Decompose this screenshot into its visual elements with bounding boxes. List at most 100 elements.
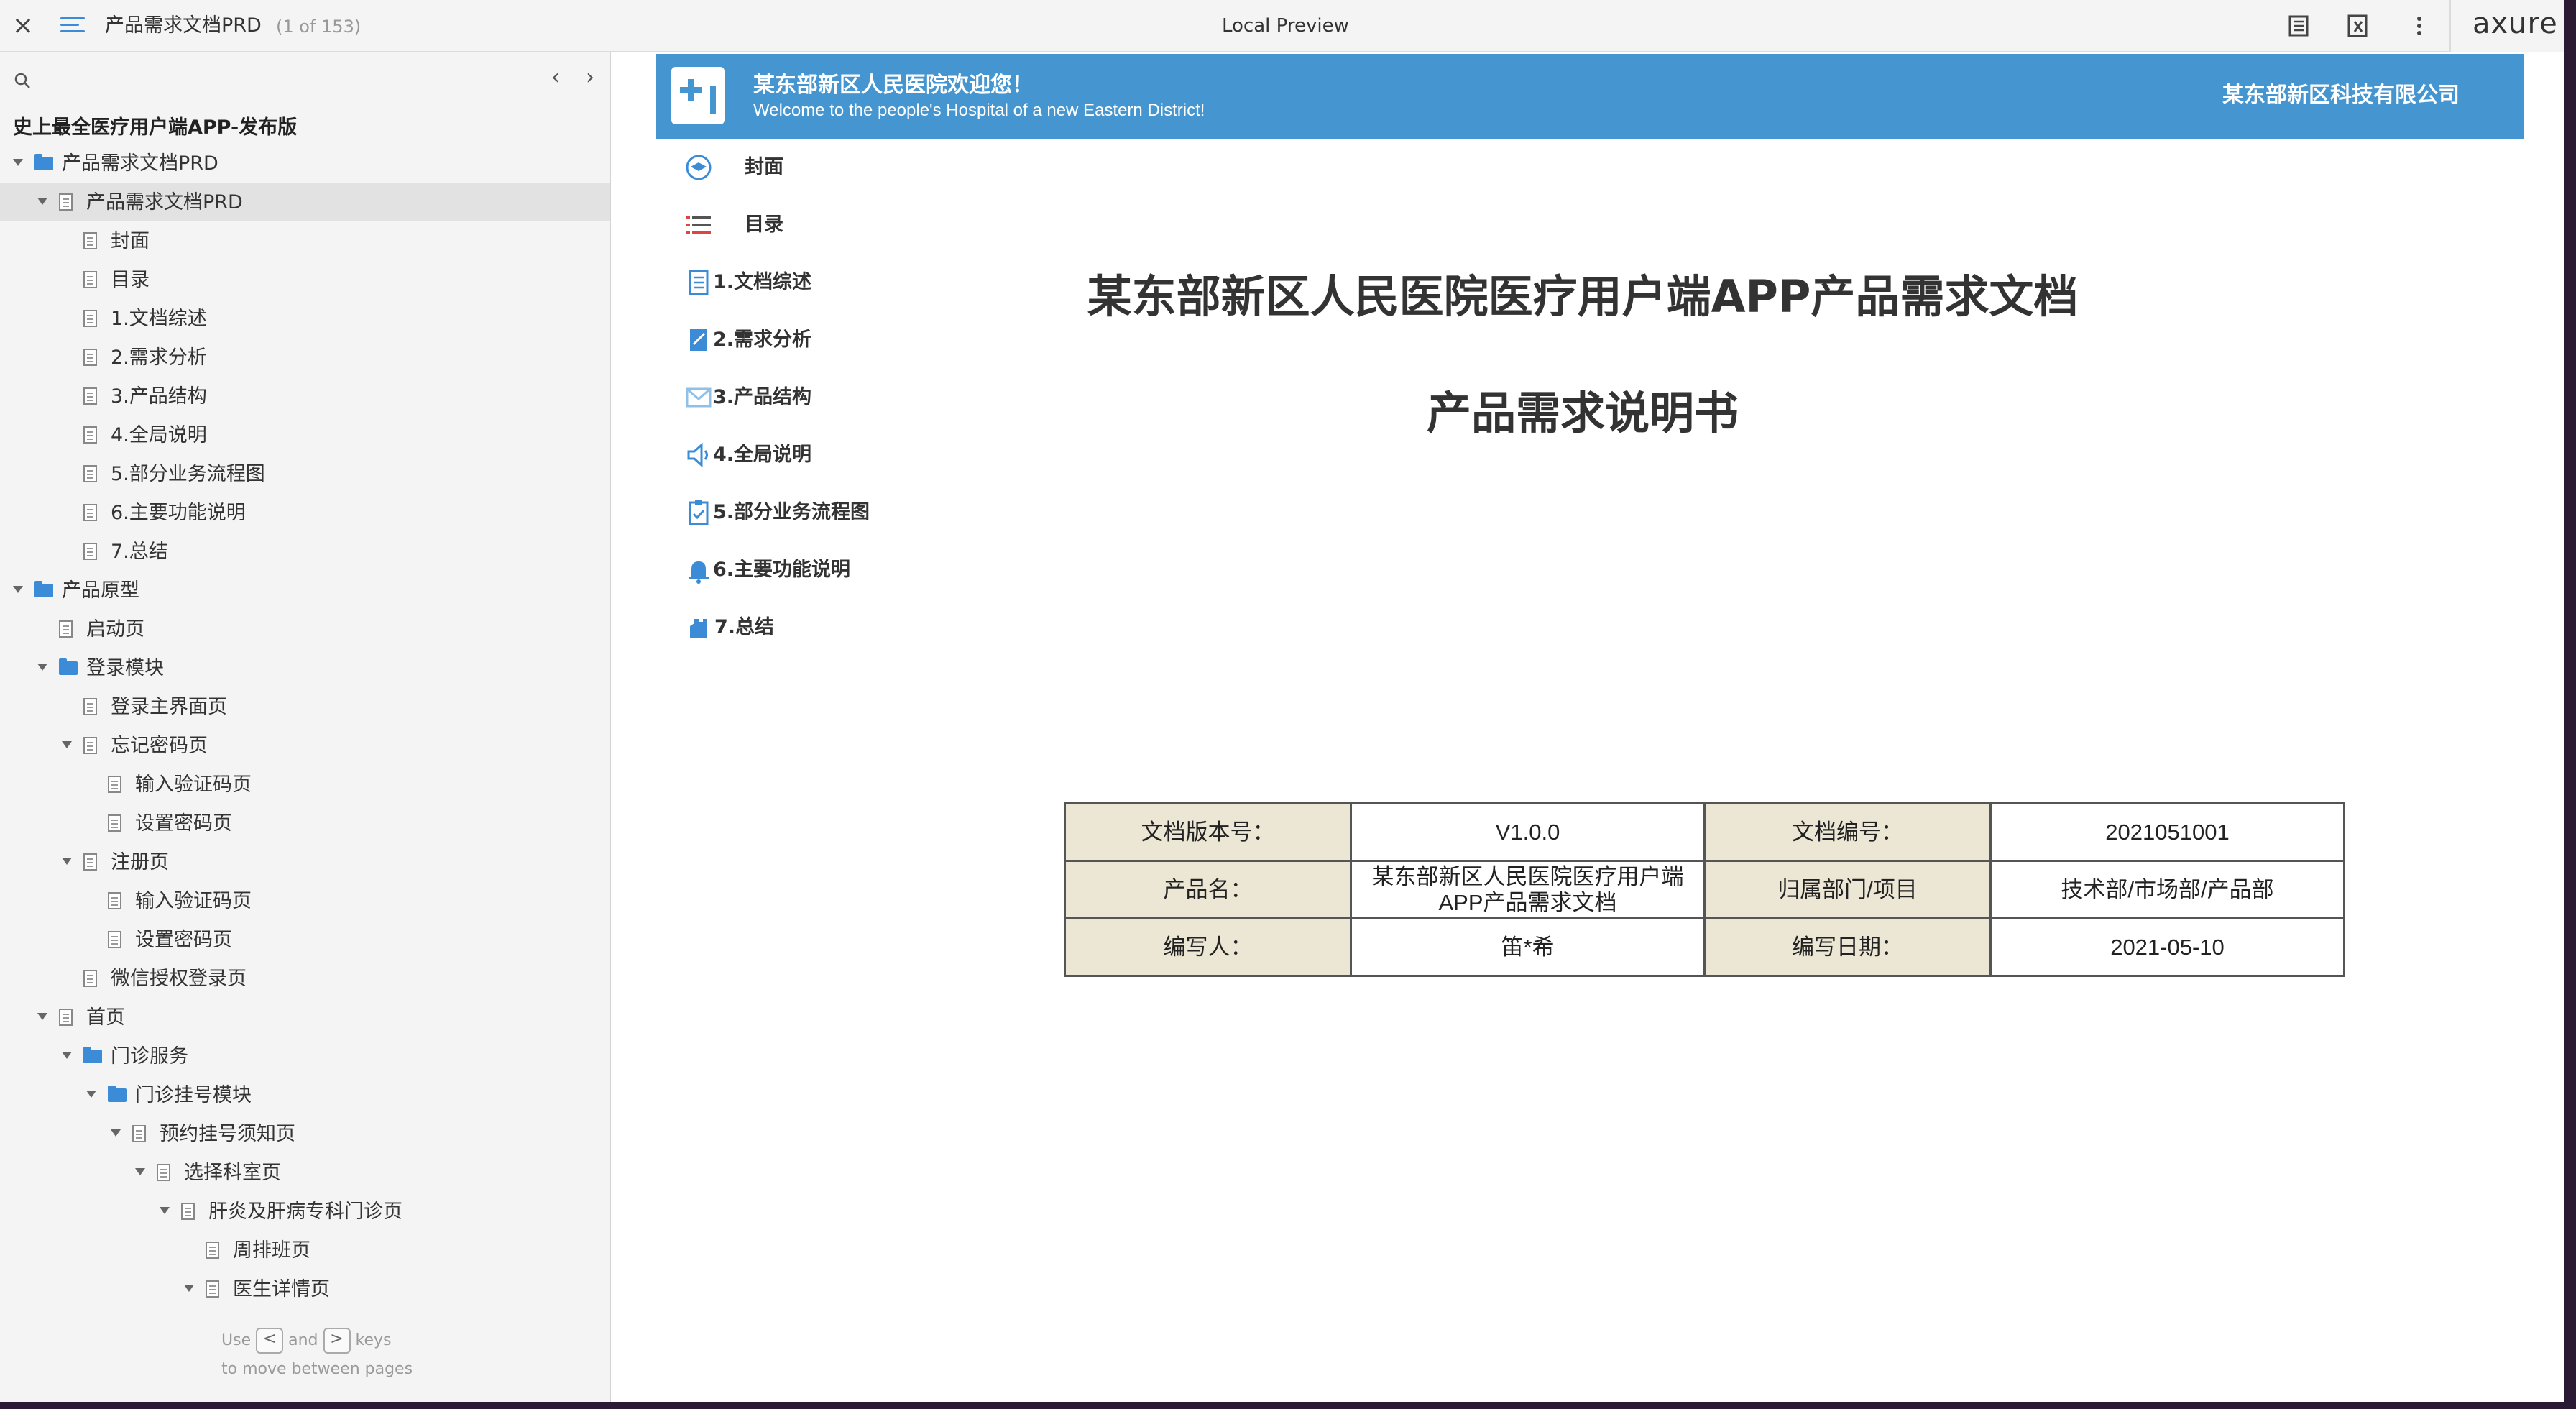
axure-logo: axure [2472, 7, 2558, 40]
sitemap-tree-item[interactable]: 4.全局说明 [0, 416, 610, 454]
sitemap-menu-icon[interactable] [60, 14, 85, 36]
doc-nav-label: 4.全局说明 [713, 444, 812, 466]
sitemap-tree-item[interactable]: 肝炎及肝病专科门诊页 [0, 1192, 610, 1231]
sitemap-tree-item[interactable]: 登录主界面页 [0, 687, 610, 726]
sitemap-tree-label: 输入验证码页 [135, 890, 252, 912]
caret-down-icon[interactable] [111, 1129, 121, 1137]
sitemap-tree-item[interactable]: 忘记密码页 [0, 726, 610, 765]
page-icon [83, 387, 97, 405]
sitemap-tree-item[interactable]: 启动页 [0, 610, 610, 648]
envelope-icon [684, 383, 713, 412]
search-icon[interactable] [13, 71, 32, 90]
document-title: 某东部新区人民医院医疗用户端APP产品需求文档 [1087, 270, 2079, 323]
sitemap-tree-item[interactable]: 输入验证码页 [0, 765, 610, 804]
caret-down-icon[interactable] [13, 159, 23, 166]
info-table-row: 编写人： 笛*希 编写日期： 2021-05-10 [1064, 917, 2345, 977]
hint-text: and [288, 1331, 318, 1349]
doc-nav-item[interactable]: 1.文档综述 [684, 254, 972, 311]
prev-page-button[interactable]: ‹ [545, 67, 566, 88]
caret-down-icon[interactable] [62, 741, 72, 748]
sitemap-tree-item[interactable]: 门诊挂号模块 [0, 1075, 610, 1114]
sitemap-tree-item[interactable]: 选择科室页 [0, 1153, 610, 1192]
document-nav: 封面 目录 1.文档综述 2.需求分析 3.产品结构 4.全局说明 5.部分业务流程图 6.主… [684, 139, 972, 656]
page-icon [59, 620, 73, 638]
sitemap-tree-label: 注册页 [111, 851, 169, 873]
sitemap-tree-item[interactable]: 封面 [0, 221, 610, 260]
sitemap-tree-item[interactable]: 登录模块 [0, 648, 610, 687]
project-title: 史上最全医疗用户端APP-发布版 [13, 116, 298, 139]
doc-nav-item[interactable]: 6.主要功能说明 [684, 541, 972, 599]
sitemap-tree-item[interactable]: 输入验证码页 [0, 881, 610, 920]
doc-nav-item[interactable]: 4.全局说明 [684, 426, 972, 484]
sitemap-tree-item[interactable]: 产品原型 [0, 571, 610, 610]
page-icon [108, 931, 121, 948]
page-icon [83, 465, 97, 482]
document-subtitle: 产品需求说明书 [1426, 387, 1739, 439]
sitemap-tree-item[interactable]: 产品需求文档PRD [0, 183, 610, 221]
hint-text: keys [355, 1331, 392, 1349]
welcome-text-en: Welcome to the people's Hospital of a ne… [753, 101, 1205, 120]
caret-down-icon[interactable] [160, 1207, 170, 1214]
sitemap-tree-item[interactable]: 7.总结 [0, 532, 610, 571]
page-icon [83, 737, 97, 754]
sitemap-tree-label: 6.主要功能说明 [111, 502, 246, 524]
notes-icon[interactable] [2284, 12, 2313, 40]
caret-down-icon[interactable] [62, 1052, 72, 1059]
page-icon [59, 193, 73, 211]
caret-down-icon[interactable] [37, 664, 47, 671]
caret-down-icon[interactable] [37, 198, 47, 205]
caret-down-icon[interactable] [86, 1091, 96, 1098]
sitemap-tree-label: 微信授权登录页 [111, 968, 247, 990]
doc-nav-item[interactable]: 封面 [684, 139, 972, 196]
page-icon [83, 232, 97, 249]
close-icon[interactable]: × [9, 12, 37, 40]
sitemap-tree-item[interactable]: 2.需求分析 [0, 338, 610, 377]
sitemap-tree-item[interactable]: 门诊服务 [0, 1037, 610, 1075]
adaptive-view-icon[interactable] [2343, 12, 2372, 40]
sitemap-tree-item[interactable]: 医生详情页 [0, 1270, 610, 1308]
caret-down-icon[interactable] [62, 858, 72, 865]
doc-nav-label: 5.部分业务流程图 [713, 501, 870, 523]
caret-down-icon[interactable] [37, 1013, 47, 1020]
doc-nav-item[interactable]: 5.部分业务流程图 [684, 484, 972, 541]
sitemap-tree-item[interactable]: 1.文档综述 [0, 299, 610, 338]
caret-down-icon[interactable] [13, 586, 23, 593]
folder-icon [83, 1047, 102, 1063]
doc-nav-item[interactable]: 7.总结 [684, 599, 972, 656]
sitemap-tree-item[interactable]: 5.部分业务流程图 [0, 454, 610, 493]
page-icon [157, 1164, 170, 1181]
top-toolbar: × 产品需求文档PRD (1 of 153) Local Preview axu… [0, 0, 2564, 52]
sitemap-tree-item[interactable]: 设置密码页 [0, 920, 610, 959]
info-table-value: V1.0.0 [1350, 802, 1706, 862]
caret-down-icon[interactable] [184, 1285, 194, 1292]
page-icon [83, 426, 97, 444]
info-table-value: 技术部/市场部/产品部 [1990, 860, 2345, 919]
sitemap-tree-item[interactable]: 首页 [0, 998, 610, 1037]
doc-nav-label: 3.产品结构 [713, 386, 812, 408]
folder-icon [108, 1086, 126, 1102]
doc-nav-item[interactable]: 2.需求分析 [684, 311, 972, 369]
page-count: (1 of 153) [276, 17, 362, 37]
sitemap-tree-item[interactable]: 微信授权登录页 [0, 959, 610, 998]
next-page-button[interactable]: › [579, 67, 601, 88]
sitemap-tree-item[interactable]: 周排班页 [0, 1231, 610, 1270]
sitemap-tree: 产品需求文档PRD 产品需求文档PRD 封面 目录 1.文档综述 2.需求分析 3.产品结构… [0, 144, 610, 1308]
sitemap-tree-item[interactable]: 3.产品结构 [0, 377, 610, 416]
sitemap-tree-item[interactable]: 6.主要功能说明 [0, 493, 610, 532]
doc-nav-item[interactable]: 目录 [684, 196, 972, 254]
more-icon[interactable] [2405, 12, 2434, 40]
page-icon [132, 1125, 146, 1142]
folder-icon [59, 658, 78, 675]
sitemap-tree-item[interactable]: 目录 [0, 260, 610, 299]
preview-label: Local Preview [1222, 15, 1349, 37]
caret-down-icon[interactable] [135, 1168, 145, 1175]
sitemap-tree-item[interactable]: 注册页 [0, 843, 610, 881]
info-table-key: 编写人： [1064, 917, 1352, 977]
doc-nav-item[interactable]: 3.产品结构 [684, 369, 972, 426]
sitemap-tree-item[interactable]: 预约挂号须知页 [0, 1114, 610, 1153]
sitemap-tree-item[interactable]: 产品需求文档PRD [0, 144, 610, 183]
page-icon [83, 853, 97, 871]
info-table-key: 文档版本号： [1064, 802, 1352, 862]
hint-text: Use [221, 1331, 252, 1349]
sitemap-tree-item[interactable]: 设置密码页 [0, 804, 610, 843]
